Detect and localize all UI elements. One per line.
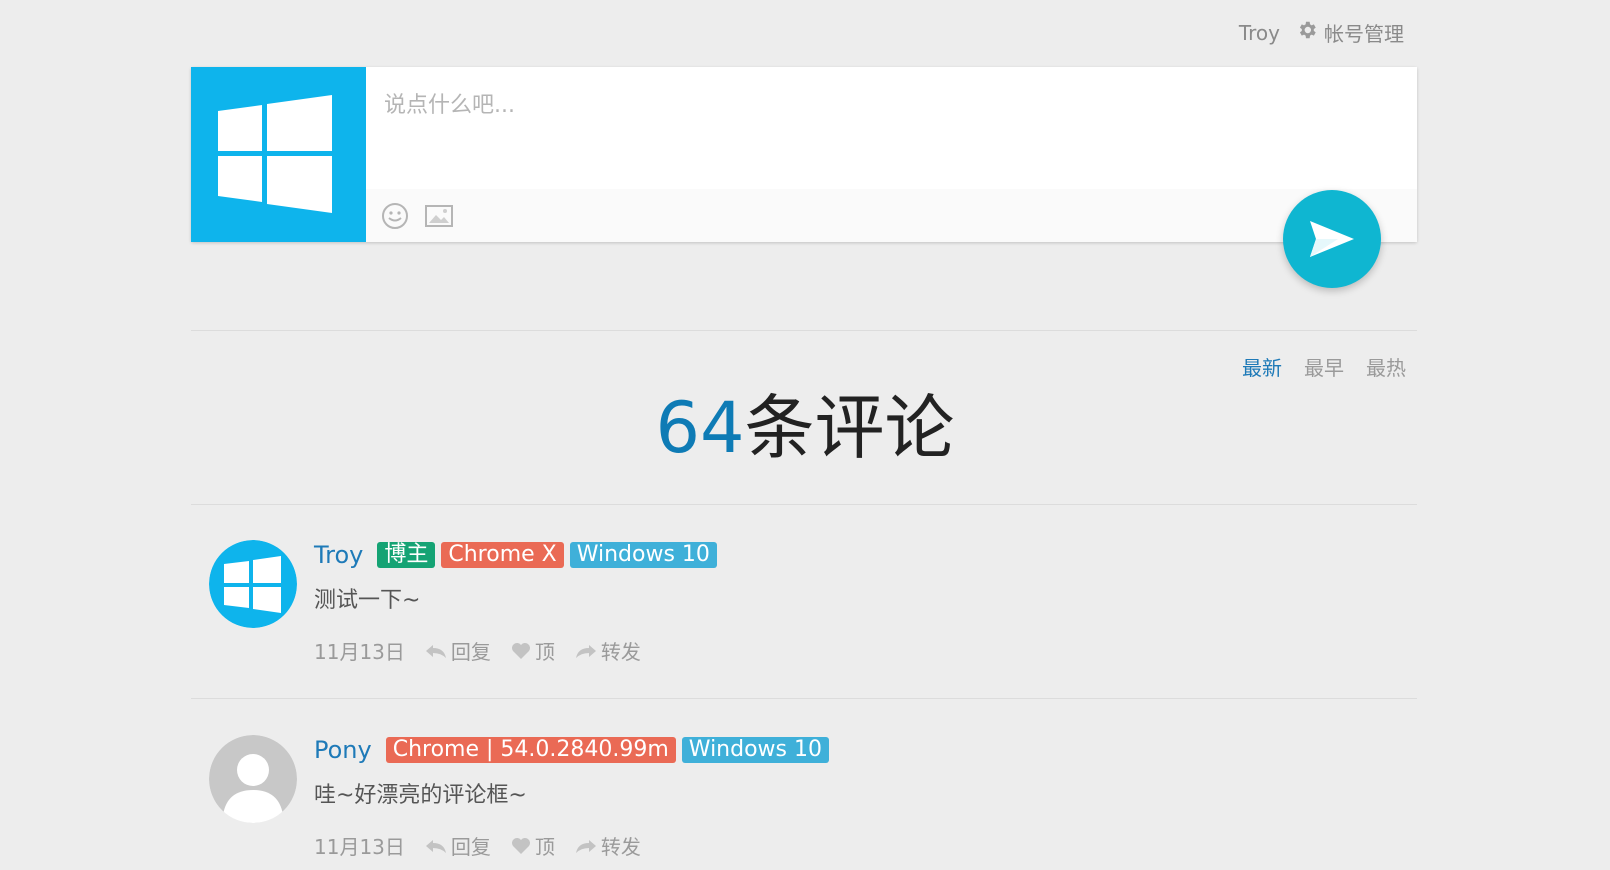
default-user-icon	[209, 735, 297, 823]
like-button[interactable]: 顶	[511, 636, 555, 665]
section-divider	[191, 330, 1417, 331]
send-button[interactable]	[1283, 190, 1381, 288]
account-settings-link[interactable]: 帐号管理	[1296, 18, 1404, 47]
sort-tab-newest[interactable]: 最新	[1242, 352, 1282, 381]
share-arrow-icon	[575, 839, 596, 853]
comment-composer	[191, 67, 1417, 242]
account-bar: Troy 帐号管理	[1239, 18, 1404, 47]
reply-button[interactable]: 回复	[425, 831, 491, 860]
composer-avatar	[191, 67, 366, 242]
share-label: 转发	[600, 835, 641, 859]
comment-divider	[191, 698, 1417, 699]
comment-text: 测试一下~	[314, 588, 421, 613]
share-button[interactable]: 转发	[575, 831, 641, 860]
comment-date: 11月13日	[314, 835, 405, 859]
emoji-button[interactable]	[380, 201, 410, 231]
avatar[interactable]	[209, 735, 297, 823]
comment-count-heading: 64条评论	[0, 388, 1610, 468]
comment-author[interactable]: Troy	[314, 541, 363, 569]
comment-author[interactable]: Pony	[314, 736, 372, 764]
windows-logo-icon	[209, 540, 297, 628]
current-username[interactable]: Troy	[1239, 21, 1280, 45]
browser-badge: Chrome X	[441, 542, 564, 568]
share-label: 转发	[600, 640, 641, 664]
reply-label: 回复	[450, 640, 491, 664]
sort-tab-oldest[interactable]: 最早	[1304, 352, 1344, 381]
comment-date: 11月13日	[314, 640, 405, 664]
comment-count-number: 64	[655, 387, 745, 469]
like-button[interactable]: 顶	[511, 831, 555, 860]
comment-input[interactable]	[366, 67, 1417, 189]
section-divider	[191, 504, 1417, 505]
like-label: 顶	[534, 640, 555, 664]
image-button[interactable]	[424, 201, 454, 231]
comment-count-label: 条评论	[744, 387, 955, 469]
os-badge: Windows 10	[681, 737, 829, 763]
heart-icon	[511, 642, 530, 659]
avatar[interactable]	[209, 540, 297, 628]
like-label: 顶	[534, 835, 555, 859]
account-settings-label: 帐号管理	[1324, 22, 1404, 46]
reply-label: 回复	[450, 835, 491, 859]
reply-arrow-icon	[425, 644, 446, 658]
share-button[interactable]: 转发	[575, 636, 641, 665]
windows-logo-icon	[218, 95, 332, 213]
sort-tabs: 最新 最早 最热	[1242, 352, 1406, 381]
gear-icon	[1296, 19, 1318, 46]
heart-icon	[511, 837, 530, 854]
reply-button[interactable]: 回复	[425, 636, 491, 665]
browser-badge: Chrome | 54.0.2840.99m	[385, 737, 676, 763]
smiley-icon	[382, 202, 408, 229]
composer-toolbar	[366, 189, 1417, 242]
comment-text: 哇~好漂亮的评论框~	[314, 783, 527, 808]
image-icon	[425, 204, 453, 227]
send-arrow-icon	[1310, 221, 1354, 257]
share-arrow-icon	[575, 644, 596, 658]
os-badge: Windows 10	[569, 542, 717, 568]
reply-arrow-icon	[425, 839, 446, 853]
role-badge: 博主	[377, 542, 436, 568]
sort-tab-hottest[interactable]: 最热	[1366, 352, 1406, 381]
